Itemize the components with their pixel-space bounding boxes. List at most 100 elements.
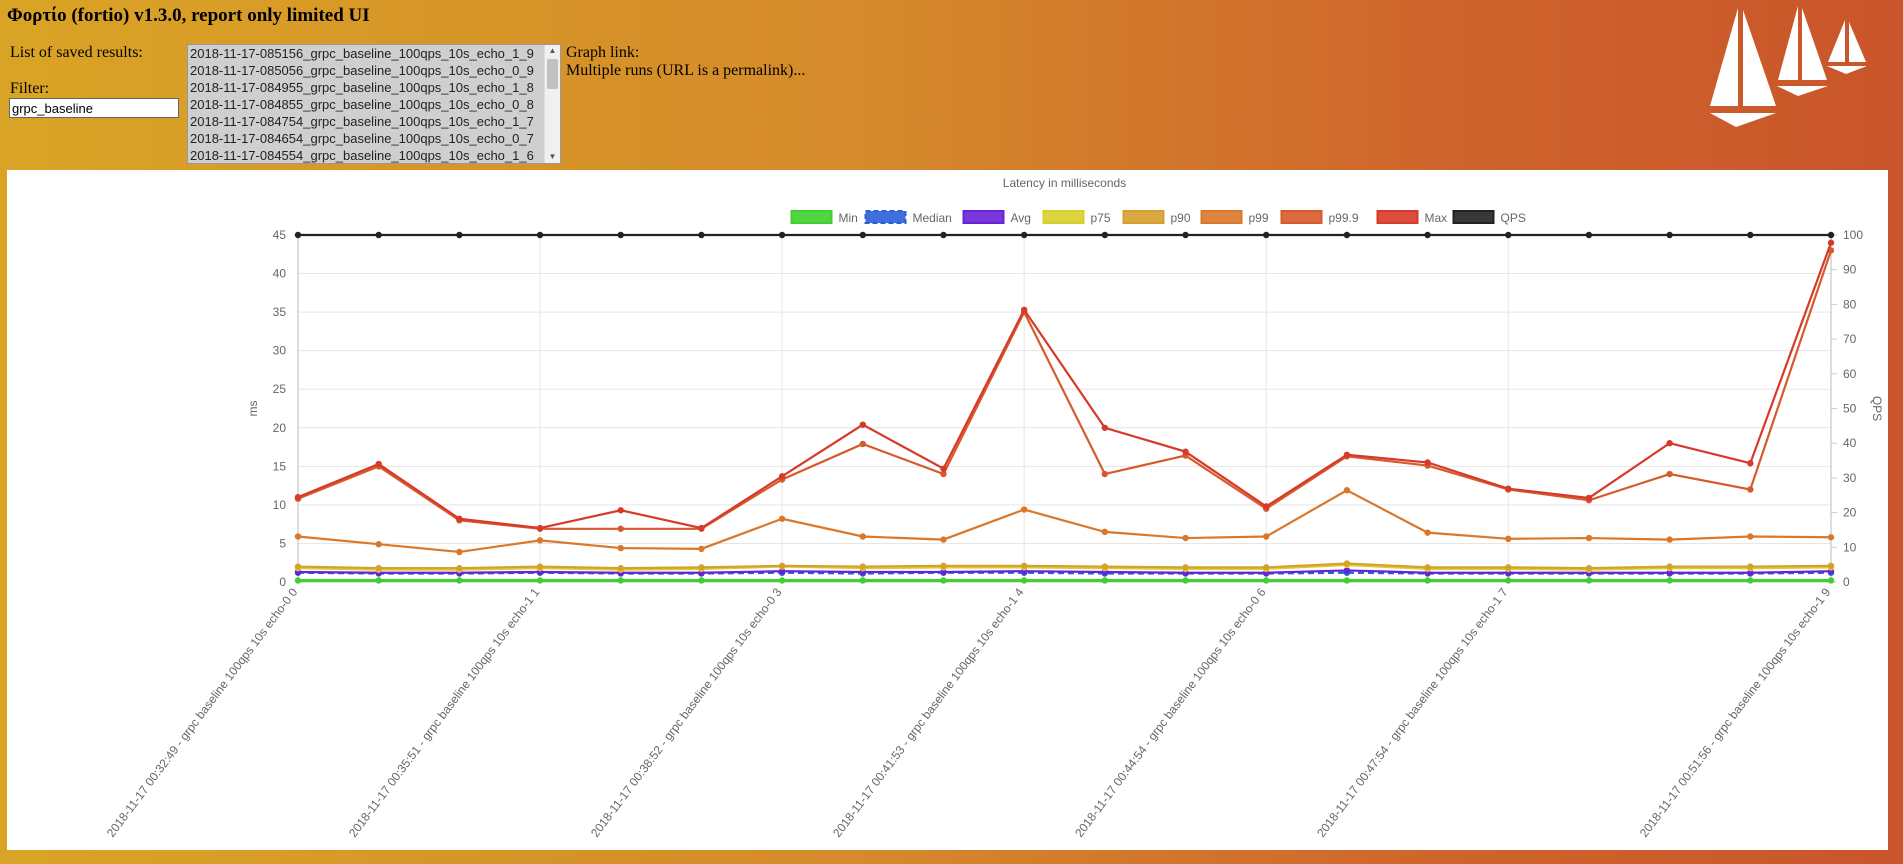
- data-point-p90: [1343, 560, 1351, 567]
- data-point-p90: [778, 562, 786, 570]
- legend-label[interactable]: p75: [1091, 211, 1111, 225]
- list-item[interactable]: 2018-11-17-084955_grpc_baseline_100qps_1…: [188, 79, 547, 96]
- legend-label[interactable]: Min: [839, 211, 858, 225]
- data-point-min: [1585, 577, 1593, 584]
- data-point-p999: [859, 440, 866, 448]
- y2-tick-label: 90: [1843, 263, 1857, 277]
- y2-tick-label: 0: [1843, 575, 1850, 589]
- graph-link-permalink[interactable]: Multiple runs (URL is a permalink)...: [566, 62, 805, 80]
- data-point-p99: [778, 515, 786, 522]
- data-point-max: [375, 460, 382, 468]
- listbox-scrollbar[interactable]: ▲ ▼: [544, 45, 560, 163]
- y-tick-label: 5: [279, 536, 286, 550]
- list-item[interactable]: 2018-11-17-085156_grpc_baseline_100qps_1…: [188, 45, 547, 62]
- data-point-qps: [456, 231, 463, 239]
- data-point-min: [1343, 577, 1351, 584]
- saved-results-label: List of saved results:: [10, 44, 143, 61]
- list-item[interactable]: 2018-11-17-084754_grpc_baseline_100qps_1…: [188, 113, 547, 130]
- data-point-p99: [1747, 533, 1754, 540]
- data-point-max: [778, 473, 786, 480]
- data-point-p90: [1666, 563, 1673, 570]
- legend-label[interactable]: Avg: [1011, 211, 1031, 225]
- data-point-p90: [1585, 564, 1593, 572]
- legend-label[interactable]: p90: [1171, 211, 1191, 225]
- data-point-max: [1101, 424, 1109, 431]
- data-point-p99: [698, 545, 705, 553]
- data-point-qps: [1505, 231, 1512, 239]
- legend-swatch-min[interactable]: [790, 210, 833, 224]
- data-point-max: [1585, 494, 1593, 502]
- scroll-up-arrow-icon[interactable]: ▲: [545, 45, 560, 57]
- y2-axis-label: QPS: [1870, 396, 1884, 421]
- y2-tick-label: 80: [1843, 297, 1857, 311]
- data-point-min: [1263, 577, 1270, 584]
- data-point-p99: [1101, 528, 1109, 536]
- legend-label[interactable]: p99: [1249, 211, 1269, 225]
- legend-swatch-p90[interactable]: [1122, 210, 1165, 224]
- data-point-p999: [617, 525, 624, 532]
- data-point-p99: [375, 541, 382, 548]
- y-tick-label: 25: [273, 382, 287, 396]
- scroll-down-arrow-icon[interactable]: ▼: [545, 151, 560, 163]
- data-point-p90: [617, 564, 624, 572]
- fortio-sailboats-logo-icon: [1710, 6, 1867, 127]
- data-point-p99: [859, 533, 866, 540]
- legend-label[interactable]: Median: [913, 211, 952, 225]
- legend-swatch-p99[interactable]: [1200, 210, 1243, 224]
- data-point-p999: [1747, 486, 1754, 493]
- data-point-p99: [1585, 534, 1593, 542]
- data-point-p99: [1343, 487, 1351, 494]
- list-item[interactable]: 2018-11-17-084855_grpc_baseline_100qps_1…: [188, 96, 547, 113]
- legend-swatch-avg[interactable]: [962, 210, 1005, 224]
- legend-label[interactable]: QPS: [1501, 211, 1526, 225]
- data-point-p99: [940, 536, 947, 543]
- data-point-p90: [1827, 562, 1835, 570]
- series-line-avg: [297, 569, 1832, 574]
- legend-label[interactable]: Max: [1425, 211, 1448, 225]
- data-point-p90: [859, 563, 866, 570]
- graph-link-label: Graph link:: [566, 44, 640, 61]
- data-point-qps: [1020, 231, 1028, 239]
- legend-swatch-p75[interactable]: [1042, 210, 1085, 224]
- y2-tick-label: 100: [1843, 228, 1863, 242]
- data-point-p90: [294, 563, 302, 570]
- legend-swatch-median[interactable]: [864, 210, 907, 224]
- data-point-p99: [1020, 506, 1028, 513]
- data-point-min: [698, 577, 705, 584]
- data-point-p90: [536, 563, 544, 570]
- data-point-min: [859, 577, 866, 584]
- data-point-qps: [778, 231, 786, 239]
- data-point-p90: [1182, 564, 1189, 571]
- list-item[interactable]: 2018-11-17-084654_grpc_baseline_100qps_1…: [188, 130, 547, 147]
- data-point-max: [617, 507, 624, 514]
- data-point-qps: [1666, 231, 1673, 239]
- y2-tick-label: 40: [1843, 436, 1857, 450]
- filter-input[interactable]: [9, 98, 179, 118]
- x-tick-label: 2018-11-17 00:41:53 - grpc baseline 100q…: [830, 585, 1027, 840]
- data-point-max: [698, 524, 705, 532]
- data-point-min: [536, 577, 544, 584]
- saved-results-listbox[interactable]: 2018-11-17-085156_grpc_baseline_100qps_1…: [187, 44, 561, 164]
- list-item[interactable]: 2018-11-17-085056_grpc_baseline_100qps_1…: [188, 62, 547, 79]
- data-point-p99: [1182, 534, 1189, 542]
- data-point-p90: [940, 562, 947, 570]
- y-tick-label: 35: [273, 305, 287, 319]
- data-point-p99: [536, 537, 544, 544]
- y-tick-label: 45: [273, 228, 287, 242]
- scrollbar-thumb[interactable]: [547, 59, 558, 89]
- y-tick-label: 30: [273, 344, 287, 358]
- data-point-min: [1747, 577, 1754, 584]
- data-point-qps: [536, 231, 544, 239]
- legend-swatch-max[interactable]: [1376, 210, 1419, 224]
- legend-label[interactable]: p99.9: [1329, 211, 1359, 225]
- legend-swatch-qps[interactable]: [1452, 210, 1495, 224]
- y2-tick-label: 70: [1843, 332, 1857, 346]
- list-item[interactable]: 2018-11-17-084554_grpc_baseline_100qps_1…: [188, 147, 547, 163]
- data-point-min: [940, 577, 947, 584]
- data-point-p90: [1020, 562, 1028, 570]
- legend-swatch-p999[interactable]: [1280, 210, 1323, 224]
- data-point-max: [1263, 503, 1270, 510]
- data-point-max: [1747, 460, 1754, 467]
- x-tick-label: 2018-11-17 00:44:54 - grpc baseline 100q…: [1072, 585, 1269, 840]
- data-point-min: [456, 577, 463, 584]
